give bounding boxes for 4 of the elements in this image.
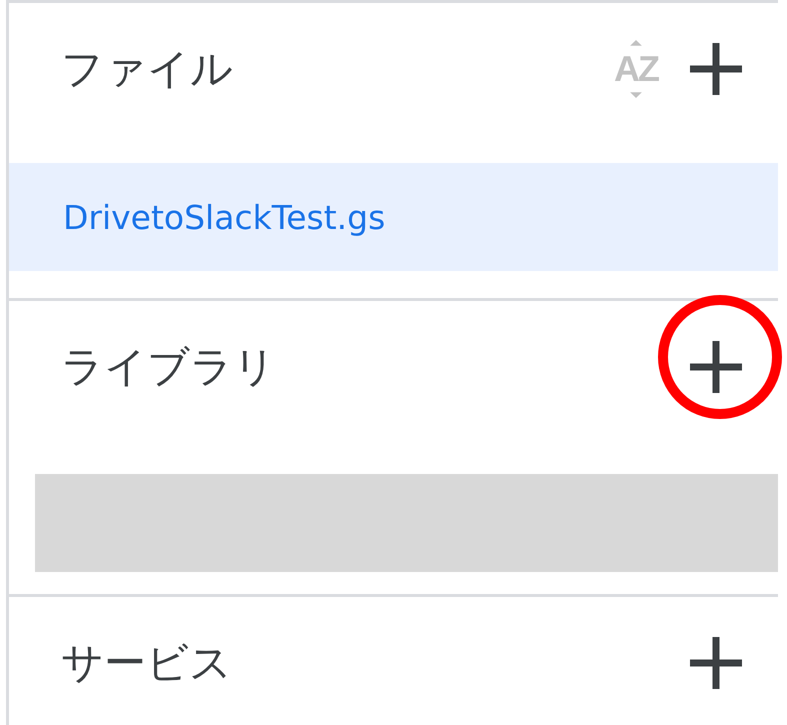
- section-title: ファイル: [61, 43, 234, 95]
- section-title: サービス: [61, 637, 233, 689]
- section-title: ライブラリ: [61, 341, 277, 393]
- file-item[interactable]: DrivetoSlackTest.gs: [9, 163, 778, 271]
